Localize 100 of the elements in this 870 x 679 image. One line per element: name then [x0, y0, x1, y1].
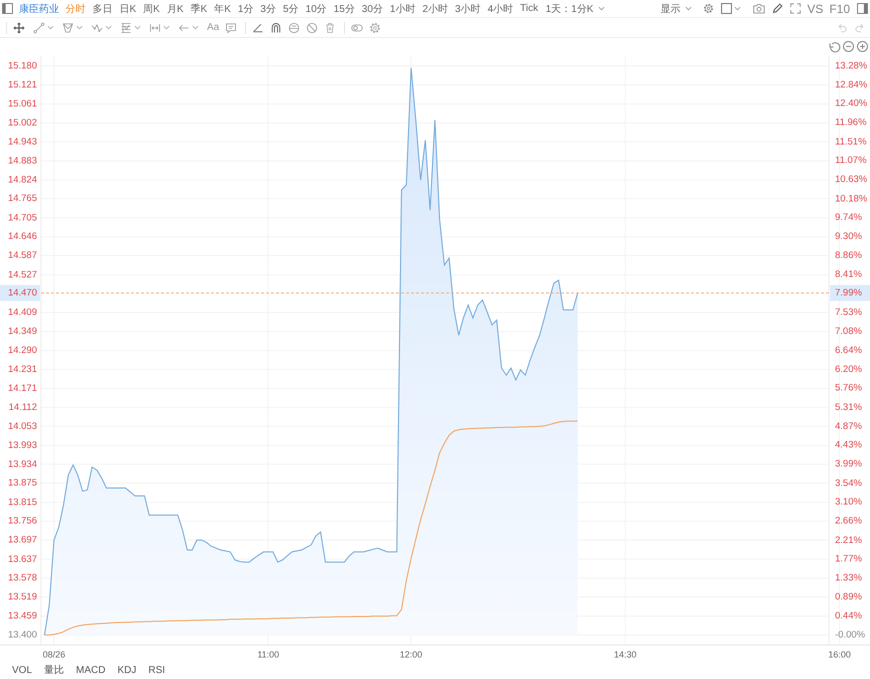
price-axis-label: 14.824 [8, 174, 37, 186]
period-tab[interactable]: 10分 [302, 2, 330, 16]
price-axis-label: 14.705 [8, 212, 37, 224]
price-axis-label: 13.519 [8, 591, 37, 602]
percent-axis-label: 5.31% [835, 402, 862, 413]
polygon-icon[interactable] [62, 22, 74, 34]
panel-icon[interactable] [2, 3, 13, 14]
fullscreen-icon[interactable] [790, 3, 802, 14]
percent-axis-label: 7.08% [835, 326, 862, 338]
price-axis-label: 14.883 [8, 155, 37, 166]
zoom-out-icon[interactable] [843, 41, 854, 52]
sidebar-icon[interactable] [857, 3, 868, 14]
move-icon[interactable] [13, 22, 25, 34]
trash-icon[interactable] [324, 22, 336, 34]
width-measure-icon[interactable] [149, 22, 161, 34]
time-axis-label: 08/26 [42, 649, 66, 660]
reset-icon[interactable] [830, 42, 840, 52]
caret-icon[interactable] [76, 25, 83, 30]
stock-name-link[interactable]: 康臣药业 [19, 2, 59, 16]
percent-axis-label: 0.89% [835, 591, 862, 602]
price-axis-label: 14.409 [8, 306, 37, 318]
price-axis-label: 15.121 [8, 79, 37, 90]
period-tab[interactable]: 日K [116, 2, 140, 16]
percent-axis-label: 3.54% [835, 478, 862, 489]
percent-axis-label: 6.64% [835, 345, 862, 356]
percent-axis-label: 9.30% [835, 231, 862, 242]
price-axis-label: 14.943 [8, 136, 37, 148]
ban-icon[interactable] [306, 22, 318, 34]
price-axis-label: 14.765 [8, 193, 37, 204]
caret-icon[interactable] [734, 6, 742, 11]
percent-axis-label: 11.51% [835, 136, 867, 148]
line-tool-icon[interactable] [33, 22, 45, 34]
arrow-left-icon[interactable] [178, 22, 190, 34]
percent-axis-label: 4.87% [835, 420, 862, 432]
price-axis-label: 13.815 [8, 496, 37, 508]
indicator-tab[interactable]: KDJ [117, 664, 136, 676]
period-tab[interactable]: 15分 [330, 2, 358, 16]
period-tab[interactable]: 3小时 [452, 2, 484, 16]
settings-icon[interactable] [703, 3, 714, 14]
period-tab[interactable]: 周K [140, 2, 164, 16]
price-axis-label: 14.646 [8, 231, 37, 242]
square-icon[interactable] [721, 3, 732, 14]
range-dropdown[interactable]: 1天：1分K [542, 2, 610, 16]
magnet-icon[interactable] [270, 22, 282, 34]
percent-axis-label: 2.66% [835, 516, 862, 527]
price-axis-label: 14.171 [8, 383, 37, 394]
period-tab[interactable]: 月K [163, 2, 188, 16]
price-axis-label: 13.400 [8, 630, 37, 641]
caret-icon[interactable] [163, 25, 170, 30]
zigzag-icon[interactable] [91, 22, 103, 34]
price-axis-label: 14.053 [8, 420, 37, 432]
percent-axis-label: 10.63% [835, 174, 868, 186]
indicator-tab[interactable]: 量比 [44, 663, 64, 677]
period-tab[interactable]: 4小时 [484, 2, 517, 16]
time-axis-label: 12:00 [400, 649, 422, 660]
caret-icon[interactable] [105, 25, 112, 30]
angle-icon[interactable] [252, 22, 264, 34]
caret-icon[interactable] [192, 25, 199, 30]
percent-axis-label: 1.77% [835, 554, 862, 565]
toggle-icon[interactable] [351, 22, 364, 34]
period-tab[interactable]: 30分 [358, 2, 386, 16]
indicator-tab[interactable]: VOL [12, 664, 32, 676]
caret-icon[interactable] [134, 25, 141, 30]
display-dropdown[interactable]: 显示 [656, 2, 696, 16]
f10-button[interactable]: F10 [829, 2, 850, 16]
period-tab[interactable]: 季K [187, 2, 211, 16]
camera-icon[interactable] [753, 3, 766, 14]
pencil-icon[interactable] [772, 3, 784, 14]
zoom-in-icon[interactable] [857, 41, 868, 52]
period-tab[interactable]: 3分 [256, 2, 280, 16]
period-tab[interactable]: 5分 [279, 2, 302, 16]
period-tab[interactable]: 1小时 [386, 2, 419, 16]
period-tab[interactable]: 年K [210, 2, 234, 16]
price-axis-label: 13.934 [8, 458, 37, 470]
percent-axis-label: 9.74% [835, 212, 862, 224]
percent-axis-label: 8.41% [835, 269, 862, 280]
ref-line-label: 14.470 [8, 287, 37, 298]
percent-axis-label: 13.28% [835, 60, 868, 72]
period-tab[interactable]: Tick [516, 3, 542, 14]
caret-icon [685, 6, 692, 11]
percent-axis-label: 3.99% [835, 458, 862, 470]
comment-icon[interactable] [225, 22, 238, 34]
percent-axis-label: 2.21% [835, 534, 862, 546]
price-axis-label: 14.349 [8, 326, 37, 338]
levels-icon[interactable] [120, 22, 132, 34]
period-tab[interactable]: 多日 [89, 2, 116, 16]
percent-axis-label: 12.40% [835, 98, 868, 110]
period-tab[interactable]: 1分 [234, 2, 257, 16]
percent-axis-label: 1.33% [835, 572, 862, 584]
caret-icon[interactable] [47, 25, 54, 30]
percent-axis-label: 3.10% [835, 496, 862, 508]
percent-axis-label: 4.43% [835, 440, 862, 451]
caret-icon [598, 6, 606, 11]
indicator-tab[interactable]: RSI [148, 664, 166, 676]
settings-icon[interactable] [369, 22, 382, 34]
price-axis-label: 13.697 [8, 534, 37, 546]
period-tab[interactable]: 2小时 [418, 2, 452, 16]
indicator-tab[interactable]: MACD [76, 664, 106, 676]
compare-button[interactable]: VS [807, 2, 824, 16]
price-axis-label: 13.756 [8, 516, 37, 527]
